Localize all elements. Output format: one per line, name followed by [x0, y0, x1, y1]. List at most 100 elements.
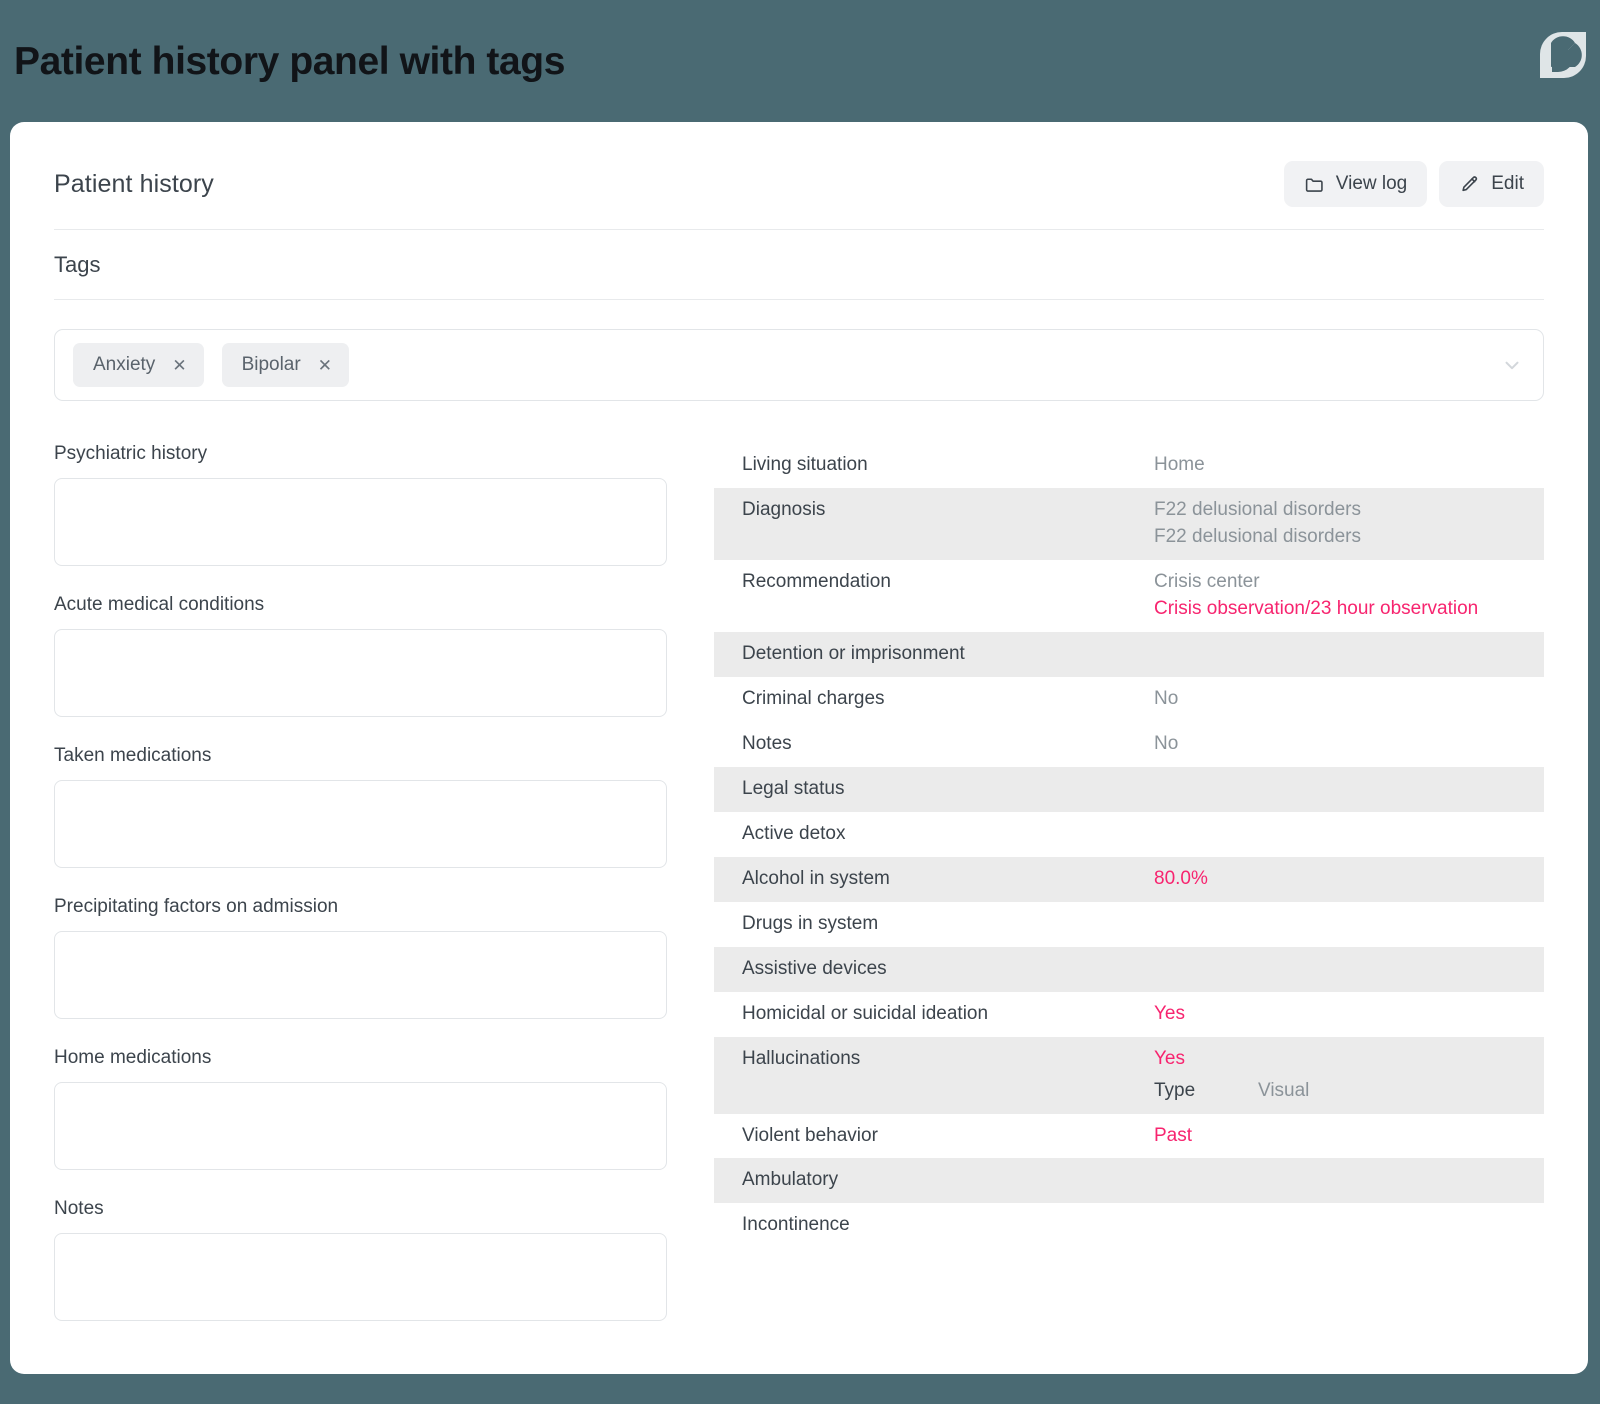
info-value-alert: 80.0%	[1154, 867, 1208, 889]
pencil-icon	[1459, 174, 1480, 195]
tag-chip[interactable]: Anxiety ✕	[73, 343, 204, 387]
header-divider	[54, 229, 1544, 230]
acute-medical-conditions-input[interactable]	[54, 629, 667, 717]
home-medications-input[interactable]	[54, 1082, 667, 1170]
info-row-value: No	[1154, 686, 1544, 713]
tag-chip-list: Anxiety ✕ Bipolar ✕	[73, 343, 1501, 387]
patient-info-list: Living situation Home Diagnosis F22 delusio…	[714, 443, 1544, 1248]
folder-icon	[1304, 174, 1325, 195]
view-log-button[interactable]: View log	[1283, 161, 1428, 207]
info-row: Criminal charges No	[714, 677, 1544, 722]
info-row-key: Violent behavior	[742, 1124, 878, 1146]
info-row-key: Recommendation	[742, 570, 891, 592]
info-sub-key: Type	[1154, 1079, 1196, 1101]
info-row: Alcohol in system 80.0%	[714, 856, 1544, 902]
field-taken-medications: Taken medications	[54, 745, 667, 868]
form-column: Psychiatric history Acute medical condit…	[54, 443, 714, 1321]
edit-button[interactable]: Edit	[1439, 161, 1544, 207]
tags-divider	[54, 299, 1544, 300]
info-row-key: Drugs in system	[742, 912, 879, 934]
info-row-value: Yes Type Visual	[1154, 1046, 1544, 1105]
tag-chip[interactable]: Bipolar ✕	[221, 343, 349, 387]
field-label: Precipitating factors on admission	[54, 896, 339, 917]
tags-section-label: Tags	[54, 252, 101, 277]
card-title: Patient history	[54, 169, 214, 198]
psychiatric-history-input[interactable]	[54, 478, 667, 566]
info-value-alert: Yes	[1154, 1047, 1185, 1069]
info-row: Assistive devices	[714, 946, 1544, 992]
taken-medications-input[interactable]	[54, 780, 667, 868]
precipitating-factors-input[interactable]	[54, 931, 667, 1019]
info-row-key: Homicidal or suicidal ideation	[742, 1002, 989, 1024]
field-label: Acute medical conditions	[54, 594, 265, 615]
info-row-key: Assistive devices	[742, 957, 887, 979]
tag-remove-icon[interactable]: ✕	[318, 357, 332, 374]
field-label: Taken medications	[54, 745, 212, 766]
edit-label: Edit	[1491, 173, 1524, 194]
tag-chip-label: Anxiety	[93, 354, 156, 375]
info-row-key: Alcohol in system	[742, 867, 890, 889]
info-row-key: Living situation	[742, 454, 868, 475]
field-precipitating-factors: Precipitating factors on admission	[54, 896, 667, 1019]
info-row-key: Legal status	[742, 777, 845, 799]
info-row: Legal status	[714, 766, 1544, 812]
page-title: Patient history panel with tags	[14, 39, 566, 83]
card-body: Psychiatric history Acute medical condit…	[54, 443, 1544, 1321]
info-row-value: F22 delusional disorders F22 delusional d…	[1154, 497, 1544, 551]
chevron-down-icon[interactable]	[1501, 354, 1523, 376]
info-row: Homicidal or suicidal ideation Yes	[714, 992, 1544, 1037]
info-row-value: No	[1154, 731, 1544, 758]
info-row: Living situation Home	[714, 443, 1544, 488]
field-home-medications: Home medications	[54, 1047, 667, 1170]
tag-remove-icon[interactable]: ✕	[172, 357, 186, 374]
info-sub-value: Visual	[1258, 1079, 1310, 1101]
card-header-actions: View log Edit	[1283, 161, 1544, 207]
info-value-alert: Past	[1154, 1124, 1193, 1146]
info-row-value: Yes	[1154, 1001, 1544, 1028]
tag-chip-label: Bipolar	[241, 354, 301, 375]
card-header: Patient history View log Edit	[54, 160, 1544, 208]
field-label: Home medications	[54, 1047, 212, 1068]
patient-history-card: Patient history View log Edit Tags Anxie…	[10, 122, 1588, 1374]
info-row: Hallucinations Yes Type Visual	[714, 1036, 1544, 1114]
tags-multiselect[interactable]: Anxiety ✕ Bipolar ✕	[54, 329, 1544, 401]
info-value-text: No	[1154, 687, 1179, 709]
info-row-key: Active detox	[742, 822, 846, 844]
info-row-key: Incontinence	[742, 1214, 850, 1236]
info-row: Notes No	[714, 722, 1544, 767]
info-row-value: Home	[1154, 452, 1544, 479]
info-row: Drugs in system	[714, 902, 1544, 947]
info-row-value: Past	[1154, 1123, 1544, 1150]
info-row: Detention or imprisonment	[714, 631, 1544, 677]
info-row: Violent behavior Past	[714, 1114, 1544, 1159]
info-row: Ambulatory	[714, 1158, 1544, 1204]
info-row-key: Diagnosis	[742, 498, 826, 520]
info-value-text: F22 delusional disorders	[1154, 498, 1362, 520]
field-acute-medical-conditions: Acute medical conditions	[54, 594, 667, 717]
info-row-value: Crisis center Crisis observation/23 hour …	[1154, 569, 1544, 623]
info-value-alert: Crisis observation/23 hour observation	[1154, 597, 1479, 619]
info-column: Living situation Home Diagnosis F22 delusio…	[714, 443, 1544, 1321]
field-notes: Notes	[54, 1198, 667, 1321]
info-row-key: Criminal charges	[742, 687, 885, 709]
notes-input[interactable]	[54, 1233, 667, 1321]
info-row-value: 80.0%	[1154, 866, 1544, 893]
window-header: Patient history panel with tags	[0, 0, 1600, 122]
info-sub-pair: Type Visual	[1154, 1078, 1544, 1105]
info-row: Active detox	[714, 812, 1544, 857]
info-row-key: Hallucinations	[742, 1047, 861, 1069]
info-value-text: No	[1154, 732, 1179, 754]
field-psychiatric-history: Psychiatric history	[54, 443, 667, 566]
field-label: Psychiatric history	[54, 443, 208, 464]
info-row: Diagnosis F22 delusional disorders F22 del…	[714, 487, 1544, 560]
screen-root: Patient history panel with tags Patient …	[0, 0, 1600, 1404]
info-value-text: Crisis center	[1154, 570, 1260, 592]
info-value-text: Home	[1154, 454, 1205, 475]
info-value-alert: Yes	[1154, 1002, 1185, 1024]
info-value-text: F22 delusional disorders	[1154, 525, 1362, 547]
info-row: Incontinence	[714, 1203, 1544, 1248]
info-row-key: Detention or imprisonment	[742, 642, 965, 664]
info-row-key: Ambulatory	[742, 1169, 839, 1191]
view-log-label: View log	[1335, 173, 1408, 194]
leaf-logo	[1532, 24, 1594, 86]
